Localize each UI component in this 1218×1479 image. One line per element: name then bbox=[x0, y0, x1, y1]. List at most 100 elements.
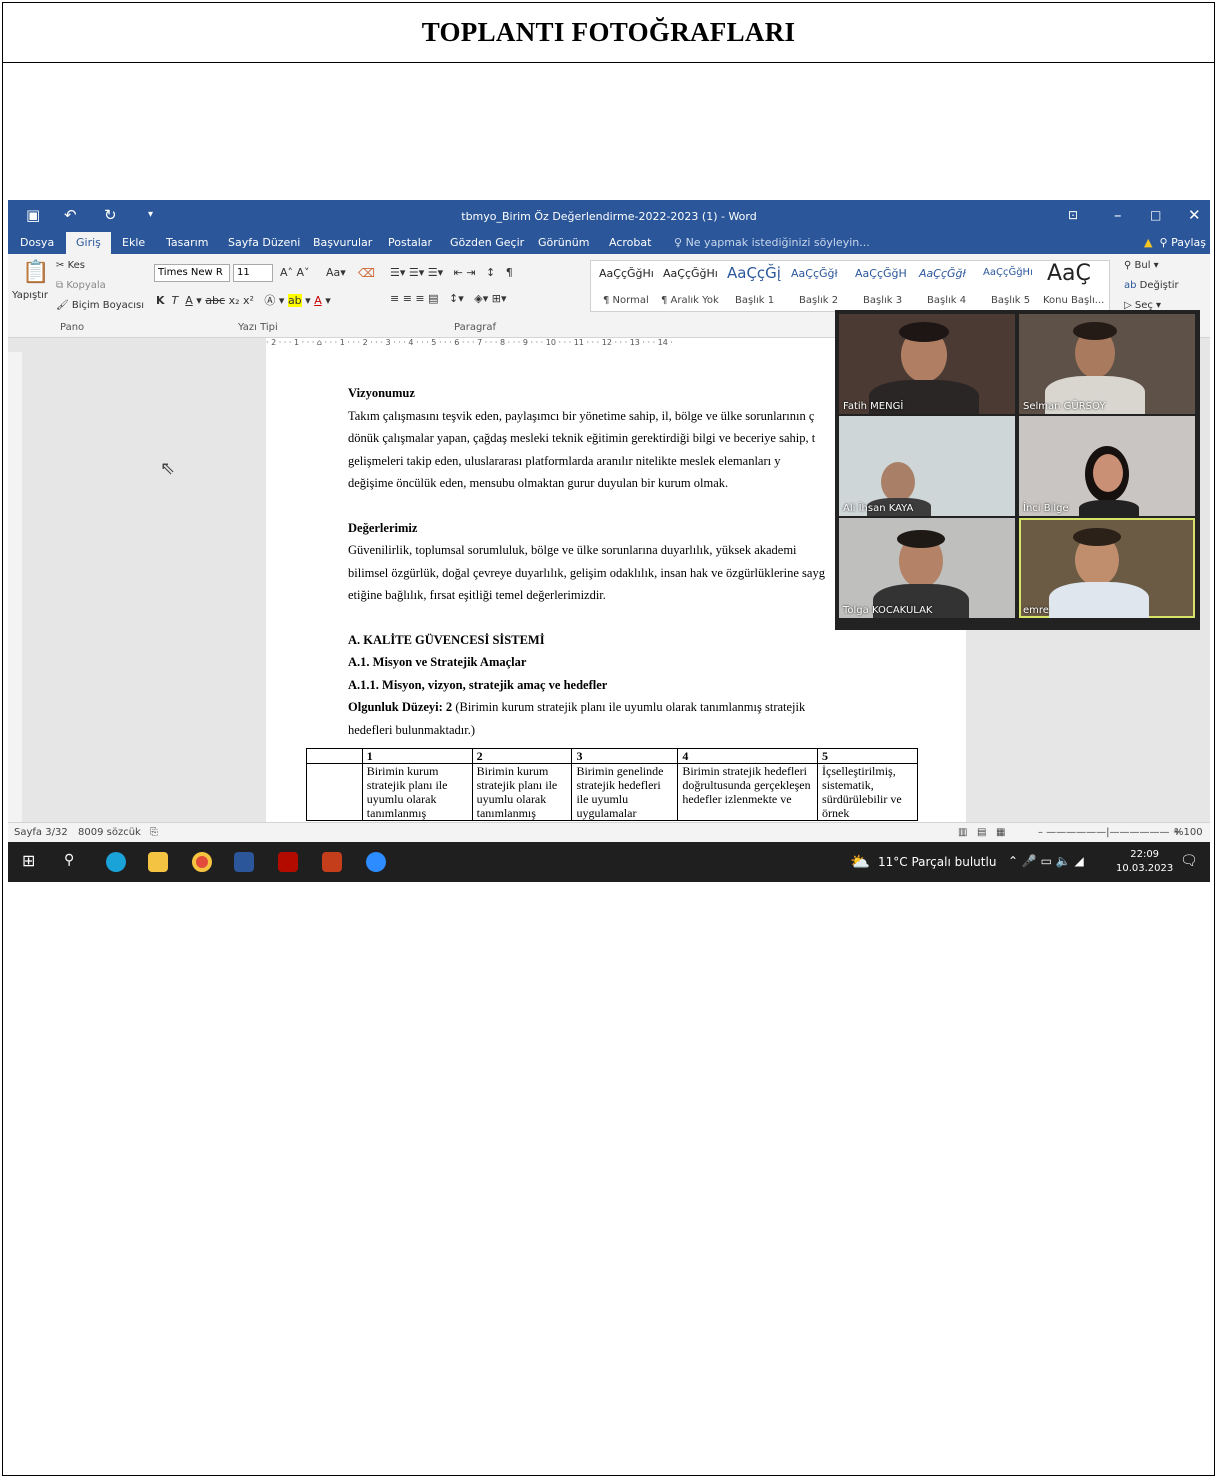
maturity-line: Olgunluk Düzeyi: 2 (Birimin kurum strate… bbox=[348, 696, 892, 719]
change-case-icon[interactable]: Aa▾ bbox=[326, 266, 346, 279]
scissors-icon: ✂ bbox=[56, 260, 68, 271]
zoom-slider[interactable]: – ——————|—————— + bbox=[1038, 827, 1181, 838]
tab-gorunum[interactable]: Görünüm bbox=[538, 236, 589, 249]
replace-label: Değiştir bbox=[1139, 280, 1179, 291]
replace-button[interactable]: ab Değiştir bbox=[1124, 280, 1179, 291]
clear-format-icon[interactable]: ⌫ bbox=[358, 266, 375, 280]
grow-font-icon[interactable]: A˄ A˅ bbox=[280, 266, 310, 279]
style-heading3-sample[interactable]: AaÇçĞğH bbox=[855, 267, 907, 280]
share-button[interactable]: ▲ ⚲ Paylaş bbox=[1144, 236, 1206, 249]
notification-icon[interactable]: 🗨 bbox=[1180, 853, 1198, 869]
close-icon[interactable]: ✕ bbox=[1188, 206, 1201, 224]
participant-tile[interactable]: Selman GÜRSOY bbox=[1019, 314, 1195, 414]
mouse-cursor-icon: ⇖ bbox=[160, 458, 176, 479]
font-name-box[interactable]: Times New R bbox=[154, 264, 230, 282]
font-format-icons[interactable]: K T A ▾ abc x₂ x² Ⓐ ▾ ab ▾ A ▾ bbox=[156, 292, 331, 308]
tab-postalar[interactable]: Postalar bbox=[388, 236, 432, 249]
font-size-box[interactable]: 11 bbox=[233, 264, 273, 282]
tell-me-box[interactable]: ♀ Ne yapmak istediğinizi söyleyin... bbox=[674, 236, 870, 249]
replace-icon: ab bbox=[1124, 280, 1140, 291]
acrobat-icon[interactable] bbox=[278, 852, 298, 872]
style-title-name[interactable]: Konu Başlı... bbox=[1043, 295, 1104, 306]
find-button[interactable]: ⚲ Bul ▾ bbox=[1124, 260, 1159, 271]
maximize-icon[interactable]: □ bbox=[1150, 208, 1161, 222]
weather-text[interactable]: 11°C Parçalı bulutlu bbox=[878, 855, 996, 869]
style-no-spacing-sample[interactable]: AaÇçĞğHı bbox=[663, 267, 718, 280]
style-heading2-sample[interactable]: AaÇçĞğł bbox=[791, 267, 838, 280]
lightbulb-icon: ♀ bbox=[674, 236, 686, 249]
list-icons[interactable]: ☰▾ ☰▾ ☰▾ ⇤ ⇥ ↕ ¶ bbox=[390, 266, 513, 279]
page-title: TOPLANTI FOTOĞRAFLARI bbox=[421, 17, 796, 47]
style-heading4-name[interactable]: Başlık 4 bbox=[927, 295, 966, 306]
tab-acrobat[interactable]: Acrobat bbox=[609, 236, 651, 249]
zoom-level[interactable]: %100 bbox=[1174, 827, 1203, 838]
participant-tile[interactable]: İnci Bilge bbox=[1019, 416, 1195, 516]
file-explorer-icon[interactable] bbox=[148, 852, 168, 872]
view-mode-icons[interactable]: ▥ ▤ ▦ bbox=[958, 827, 1005, 838]
search-icon[interactable]: ⚲ bbox=[64, 852, 84, 872]
participant-tile[interactable]: Ali İhsan KAYA bbox=[839, 416, 1015, 516]
taskbar-clock[interactable]: 22:09 10.03.2023 bbox=[1116, 848, 1173, 876]
edge-icon[interactable] bbox=[106, 852, 126, 872]
tab-ekle[interactable]: Ekle bbox=[122, 236, 145, 249]
table-header-cell: 5 bbox=[817, 748, 918, 764]
tab-giris[interactable]: Giriş bbox=[66, 232, 111, 254]
cut-button[interactable]: ✂ Kes bbox=[56, 260, 85, 271]
tell-me-text: Ne yapmak istediğinizi söyleyin... bbox=[685, 236, 870, 249]
tab-tasarim[interactable]: Tasarım bbox=[166, 236, 208, 249]
style-heading1-sample[interactable]: AaÇçĞį bbox=[727, 264, 781, 282]
vision-line: Takım çalışmasını teşvik eden, paylaşımc… bbox=[348, 408, 815, 423]
zoom-app-icon[interactable] bbox=[366, 852, 386, 872]
tab-dosya[interactable]: Dosya bbox=[20, 236, 54, 249]
participant-name: Fatih MENGİ bbox=[843, 401, 904, 412]
table-cell bbox=[306, 763, 363, 821]
clock-time: 22:09 bbox=[1130, 849, 1160, 860]
participant-tile[interactable]: Fatih MENGİ bbox=[839, 314, 1015, 414]
windows-start-icon[interactable]: ⊞ bbox=[22, 851, 42, 871]
style-heading5-name[interactable]: Başlık 5 bbox=[991, 295, 1030, 306]
tab-sayfa-duzeni[interactable]: Sayfa Düzeni bbox=[228, 236, 300, 249]
align-icons[interactable]: ≡ ≡ ≡ ▤ ↕▾ ◈▾ ⊞▾ bbox=[390, 292, 506, 305]
search-icon: ⚲ bbox=[1124, 260, 1135, 271]
style-title-sample[interactable]: AaÇ bbox=[1047, 261, 1091, 286]
paste-button[interactable]: Yapıştır bbox=[12, 290, 48, 301]
minimize-icon[interactable]: – bbox=[1114, 206, 1122, 224]
style-normal-sample[interactable]: AaÇçĞğHı bbox=[599, 267, 654, 280]
maturity-line-2: hedefleri bulunmaktadır.) bbox=[348, 722, 476, 737]
table-header-cell: 3 bbox=[571, 748, 679, 764]
style-no-spacing-name[interactable]: ¶ Aralık Yok bbox=[661, 295, 719, 306]
format-painter-button[interactable]: 🖌 Biçim Boyacısı bbox=[56, 300, 144, 311]
person-icon: ⚲ bbox=[1159, 236, 1168, 249]
participant-tile-active[interactable]: emre bbox=[1019, 518, 1195, 618]
word-count[interactable]: 8009 sözcük bbox=[78, 827, 141, 838]
vertical-ruler[interactable] bbox=[8, 352, 22, 822]
table-row: Birimin kurum stratejik planı ile uyumlu… bbox=[306, 763, 918, 821]
format-painter-label: Biçim Boyacısı bbox=[71, 300, 144, 311]
ribbon-tabs: Dosya Giriş Ekle Tasarım Sayfa Düzeni Ba… bbox=[8, 232, 1210, 254]
copy-button[interactable]: ⧉ Kopyala bbox=[56, 280, 106, 291]
participant-name: Ali İhsan KAYA bbox=[843, 503, 914, 514]
tab-gozden-gecir[interactable]: Gözden Geçir bbox=[450, 236, 524, 249]
chrome-icon[interactable] bbox=[192, 852, 212, 872]
word-icon[interactable] bbox=[234, 852, 254, 872]
powerpoint-icon[interactable] bbox=[322, 852, 342, 872]
style-heading4-sample[interactable]: AaÇçĞğł bbox=[919, 267, 966, 280]
page-count[interactable]: Sayfa 3/32 bbox=[14, 827, 68, 838]
tab-basvurular[interactable]: Başvurular bbox=[313, 236, 372, 249]
style-heading1-name[interactable]: Başlık 1 bbox=[735, 295, 774, 306]
proofing-icon[interactable]: ⎘ bbox=[150, 827, 158, 838]
ribbon-display-icon[interactable]: ⊡ bbox=[1068, 208, 1078, 222]
participant-tile[interactable]: Tolga KOCAKULAK bbox=[839, 518, 1015, 618]
participant-name: Tolga KOCAKULAK bbox=[843, 605, 933, 616]
style-heading2-name[interactable]: Başlık 2 bbox=[799, 295, 838, 306]
clipboard-group-label: Pano bbox=[60, 322, 85, 333]
tray-icons[interactable]: ⌃ 🎤 ▭ 🔈 ◢ bbox=[1008, 854, 1084, 868]
table-cell: Birimin genelinde stratejik hedefleri il… bbox=[571, 763, 679, 821]
style-heading5-sample[interactable]: AaÇçĞğHı bbox=[983, 267, 1033, 278]
table-cell: Birimin stratejik hedefleri doğrultusund… bbox=[677, 763, 819, 821]
table-cell: İçselleştirilmiş, sistematik, sürdürüleb… bbox=[817, 763, 918, 821]
paste-icon[interactable]: 📋 bbox=[22, 260, 49, 285]
style-normal-name[interactable]: ¶ Normal bbox=[603, 295, 649, 306]
participant-name: emre bbox=[1023, 605, 1049, 616]
style-heading3-name[interactable]: Başlık 3 bbox=[863, 295, 902, 306]
